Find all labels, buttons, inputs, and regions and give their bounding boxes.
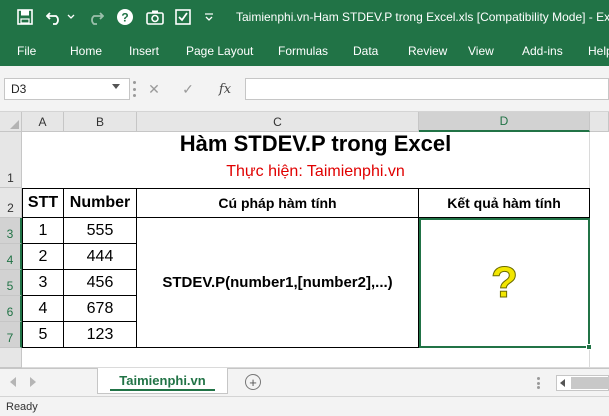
camera-icon[interactable]: [144, 6, 166, 28]
help-icon[interactable]: ?: [114, 6, 136, 28]
horizontal-scrollbar[interactable]: [556, 375, 609, 391]
number-cell[interactable]: 444: [64, 244, 137, 270]
svg-text:?: ?: [121, 11, 128, 25]
select-all-corner[interactable]: [0, 112, 22, 132]
sheet-tab-active[interactable]: Taimienphi.vn: [97, 368, 228, 394]
tab-help[interactable]: Help: [588, 44, 609, 58]
stt-cell[interactable]: 3: [22, 270, 64, 296]
tab-data[interactable]: Data: [353, 44, 378, 58]
scroll-left-icon[interactable]: [560, 379, 565, 387]
tab-add-ins[interactable]: Add-ins: [522, 44, 563, 58]
question-mark: ?: [491, 258, 519, 308]
sheet-title[interactable]: Hàm STDEV.P trong Excel: [22, 131, 609, 156]
column-header-e[interactable]: [590, 112, 609, 132]
insert-function-icon[interactable]: fx: [214, 78, 236, 100]
tab-home[interactable]: Home: [70, 44, 102, 58]
result-cell[interactable]: ?: [419, 218, 590, 348]
ribbon-tabs: File Home Insert Page Layout Formulas Da…: [0, 36, 609, 66]
stt-cell[interactable]: 1: [22, 218, 64, 244]
stt-cell[interactable]: 4: [22, 296, 64, 322]
name-box-dropdown-icon[interactable]: [112, 84, 120, 89]
header-cell-syntax[interactable]: Cú pháp hàm tính: [137, 188, 419, 218]
title-bar: ? Taimienphi.vn-Ham STDEV.P trong Excel.…: [0, 0, 609, 36]
status-text: Ready: [6, 401, 38, 413]
tab-formulas[interactable]: Formulas: [278, 44, 328, 58]
number-cell[interactable]: 555: [64, 218, 137, 244]
status-bar: Ready: [0, 396, 609, 416]
formula-bar: D3 ✕ ✓ fx: [0, 66, 609, 112]
row-header-1[interactable]: 1: [0, 132, 22, 188]
customize-quick-access-icon[interactable]: [200, 6, 218, 28]
column-header-d[interactable]: D: [419, 112, 590, 132]
scrollbar-thumb[interactable]: [571, 377, 609, 389]
undo-icon[interactable]: [44, 6, 66, 28]
fill-handle[interactable]: [586, 344, 592, 350]
formula-input[interactable]: [246, 78, 609, 100]
stt-cell[interactable]: 5: [22, 322, 64, 348]
sheet-tabs-bar: Taimienphi.vn +: [0, 368, 609, 396]
number-cell[interactable]: 678: [64, 296, 137, 322]
redo-icon[interactable]: [84, 6, 106, 28]
syntax-cell[interactable]: STDEV.P(number1,[number2],...): [137, 218, 419, 348]
prev-sheet-icon[interactable]: [10, 377, 16, 387]
scrollbar-grip[interactable]: [537, 377, 541, 389]
row-header-8[interactable]: [0, 348, 22, 368]
number-cell[interactable]: 123: [64, 322, 137, 348]
header-cell-result[interactable]: Kết quả hàm tính: [419, 188, 590, 218]
row-header-6[interactable]: 6: [0, 296, 22, 322]
enter-icon[interactable]: ✓: [178, 78, 198, 100]
tab-page-layout[interactable]: Page Layout: [186, 44, 253, 58]
number-cell[interactable]: 456: [64, 270, 137, 296]
save-icon[interactable]: [14, 6, 36, 28]
column-header-b[interactable]: B: [64, 112, 137, 132]
row-header-7[interactable]: 7: [0, 322, 22, 348]
sheet-subtitle[interactable]: Thực hiện: Taimienphi.vn: [22, 158, 609, 186]
row-header-2[interactable]: 2: [0, 188, 22, 218]
window-title: Taimienphi.vn-Ham STDEV.P trong Excel.xl…: [236, 10, 609, 24]
tab-file[interactable]: File: [17, 44, 36, 58]
stt-cell[interactable]: 2: [22, 244, 64, 270]
column-header-a[interactable]: A: [22, 112, 64, 132]
header-cell-number[interactable]: Number: [64, 188, 137, 218]
tab-insert[interactable]: Insert: [129, 44, 159, 58]
tab-review[interactable]: Review: [408, 44, 447, 58]
header-cell-stt[interactable]: STT: [22, 188, 64, 218]
row-header-4[interactable]: 4: [0, 244, 22, 270]
next-sheet-icon[interactable]: [30, 377, 36, 387]
checkbox-icon[interactable]: [172, 6, 194, 28]
column-header-c[interactable]: C: [137, 112, 419, 132]
cancel-icon[interactable]: ✕: [144, 78, 164, 100]
tab-view[interactable]: View: [468, 44, 494, 58]
row-header-3[interactable]: 3: [0, 218, 22, 244]
undo-dropdown-icon[interactable]: [66, 6, 76, 28]
add-sheet-button[interactable]: +: [245, 374, 261, 390]
formula-bar-grip[interactable]: [133, 81, 137, 97]
row-header-5[interactable]: 5: [0, 270, 22, 296]
name-box[interactable]: D3: [4, 78, 130, 100]
